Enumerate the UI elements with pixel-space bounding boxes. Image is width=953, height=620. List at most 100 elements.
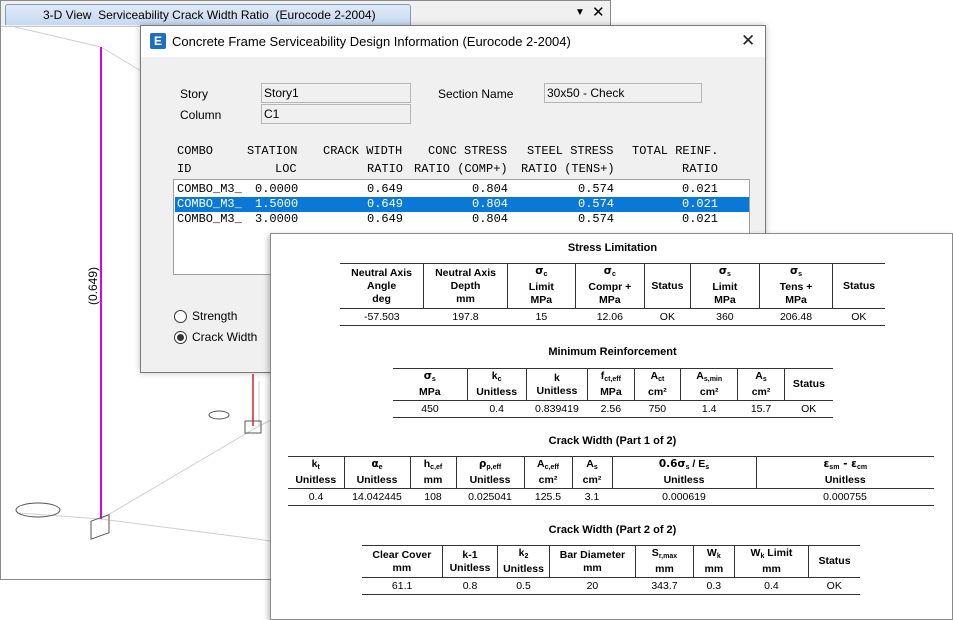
col-strain-diff: εsm - εcm Unitless (755, 456, 934, 489)
cell: 0.8 (442, 577, 498, 595)
cell: 15 (507, 308, 576, 326)
header-ratio-1: RATIO (367, 162, 404, 176)
design-report: Stress Limitation Neutral Axis Angle deg N… (270, 233, 953, 620)
col-ss-limit: σs Limit MPa (689, 263, 760, 309)
col-status-1: Status (643, 263, 691, 309)
dialog-title: Concrete Frame Serviceability Design Inf… (172, 34, 571, 49)
cell: 20 (549, 577, 636, 595)
col-kc: kc Unitless (466, 368, 527, 401)
header-ratio-reinf: RATIO (682, 162, 719, 176)
header-combo: COMBO (177, 144, 214, 158)
cell-crack: 0.649 (367, 182, 404, 196)
col-rho-peff: ρp,eff Unitless (455, 456, 525, 489)
strength-radio[interactable] (174, 310, 187, 323)
cell-station: 1.5000 (255, 197, 299, 211)
cell-conc: 0.804 (472, 197, 509, 211)
cell: 0.000755 (756, 488, 934, 506)
cell: 0.4 (288, 488, 344, 506)
table-row: 0.4 14.042445 108 0.025041 125.5 3.1 0.0… (288, 488, 934, 506)
cell-crack: 0.649 (367, 212, 404, 226)
col-sc-comp: σc Compr + MPa (574, 263, 645, 309)
cell: 450 (393, 400, 468, 418)
cell-steel: 0.574 (578, 212, 615, 226)
cell: OK (784, 400, 833, 418)
cell: OK (808, 577, 860, 595)
cell-combo: COMBO_M3_ (177, 182, 242, 196)
cell: 0.5 (497, 577, 550, 595)
chevron-down-icon[interactable]: ▼ (575, 7, 585, 18)
list-item-selected[interactable]: COMBO_M3_ 1.5000 0.649 0.804 0.574 0.021 (175, 197, 749, 212)
col-ac-eff: Ac,eff cm² (523, 456, 573, 489)
cell: 0.4 (734, 577, 809, 595)
list-item[interactable]: COMBO_M3_ 0.0000 0.649 0.804 0.574 0.021 (175, 182, 749, 197)
cell-station: 3.0000 (255, 212, 299, 226)
crack-width-part2-title: Crack Width (Part 2 of 2) (548, 524, 677, 536)
column-field: C1 (261, 104, 411, 124)
cell: 2.56 (587, 400, 635, 418)
story-field: Story1 (261, 83, 411, 103)
header-ratio-comp: RATIO (COMP+) (414, 162, 508, 176)
col-asmin: As,min cm² (680, 368, 739, 401)
list-item[interactable]: COMBO_M3_ 3.0000 0.649 0.804 0.574 0.021 (175, 212, 749, 227)
cell: OK (644, 308, 691, 326)
col-sr-max: Sr,max mm (635, 545, 694, 578)
header-crack-width: CRACK WIDTH (323, 144, 403, 158)
header-conc-stress: CONC STRESS (428, 144, 508, 158)
crack-width-radio[interactable] (174, 331, 187, 344)
cell: 125.5 (524, 488, 572, 506)
col-k2: k2 Unitless (497, 545, 550, 578)
cell: 0.3 (693, 577, 735, 595)
cell-combo: COMBO_M3_ (177, 212, 242, 226)
column-label: Column (180, 108, 222, 122)
col-as: As cm² (737, 368, 785, 401)
close-icon[interactable]: ✕ (741, 31, 755, 51)
table-row: 61.1 0.8 0.5 20 343.7 0.3 0.4 OK (362, 577, 860, 595)
col-hc-ef: hc,ef mm (409, 456, 457, 489)
col-ss: σs MPa (393, 368, 468, 401)
col-status: Status (808, 545, 860, 578)
minimum-reinforcement-table: σs MPa kc Unitless k Unitless fct,eff MPa Ac… (393, 368, 833, 418)
header-station: STATION (247, 144, 298, 158)
col-act: Act cm² (633, 368, 682, 401)
dialog-titlebar: E Concrete Frame Serviceability Design I… (141, 26, 765, 57)
header-steel-stress: STEEL STRESS (527, 144, 614, 158)
close-icon[interactable]: ✕ (592, 3, 605, 21)
header-loc: LOC (275, 162, 297, 176)
cell-conc: 0.804 (472, 182, 509, 196)
col-kt: kt Unitless (288, 456, 345, 489)
cell-reinf: 0.021 (682, 197, 719, 211)
header-id: ID (177, 162, 192, 176)
cell: 0.4 (467, 400, 527, 418)
cell: 108 (410, 488, 456, 506)
crack-width-part1-title: Crack Width (Part 1 of 2) (548, 435, 677, 447)
cell: 343.7 (635, 577, 694, 595)
col-fct: fct,eff MPa (587, 368, 635, 401)
col-bar-diameter: Bar Diameter mm (548, 545, 637, 578)
strength-radio-label[interactable]: Strength (192, 309, 237, 323)
cell: 0.025041 (456, 488, 524, 506)
cell: 0.839419 (526, 400, 588, 418)
col-clear-cover: Clear Cover mm (362, 545, 443, 578)
crack-width-radio-label[interactable]: Crack Width (192, 330, 257, 344)
cell: 3.1 (572, 488, 612, 506)
col-sc-limit: σc Limit MPa (506, 263, 576, 309)
col-status: Status (783, 368, 833, 401)
col-na-angle: Neutral Axis Angle deg (340, 263, 425, 309)
cell-crack: 0.649 (367, 197, 404, 211)
col-k: k Unitless (525, 368, 589, 401)
crack-width-part1-table: kt Unitless αe Unitless hc,ef mm ρp,eff Unit… (288, 456, 934, 506)
col-alpha-e: αe Unitless (343, 456, 411, 489)
section-name-label: Section Name (438, 87, 514, 101)
col-ss-tens: σs Tens + MPa (758, 263, 834, 309)
cell: 1.4 (680, 400, 738, 418)
cell: -57.503 (340, 308, 424, 326)
support-icon (15, 410, 262, 540)
cell: 750 (634, 400, 681, 418)
header-total-reinf: TOTAL REINF. (632, 144, 719, 158)
cell-reinf: 0.021 (682, 182, 719, 196)
cell: 61.1 (362, 577, 443, 595)
view-tab[interactable]: 3-D View Serviceability Crack Width Rati… (5, 4, 411, 25)
member-ratio-label: (0.649) (86, 267, 100, 305)
col-na-depth: Neutral Axis Depth mm (423, 263, 508, 309)
cell-steel: 0.574 (578, 197, 615, 211)
